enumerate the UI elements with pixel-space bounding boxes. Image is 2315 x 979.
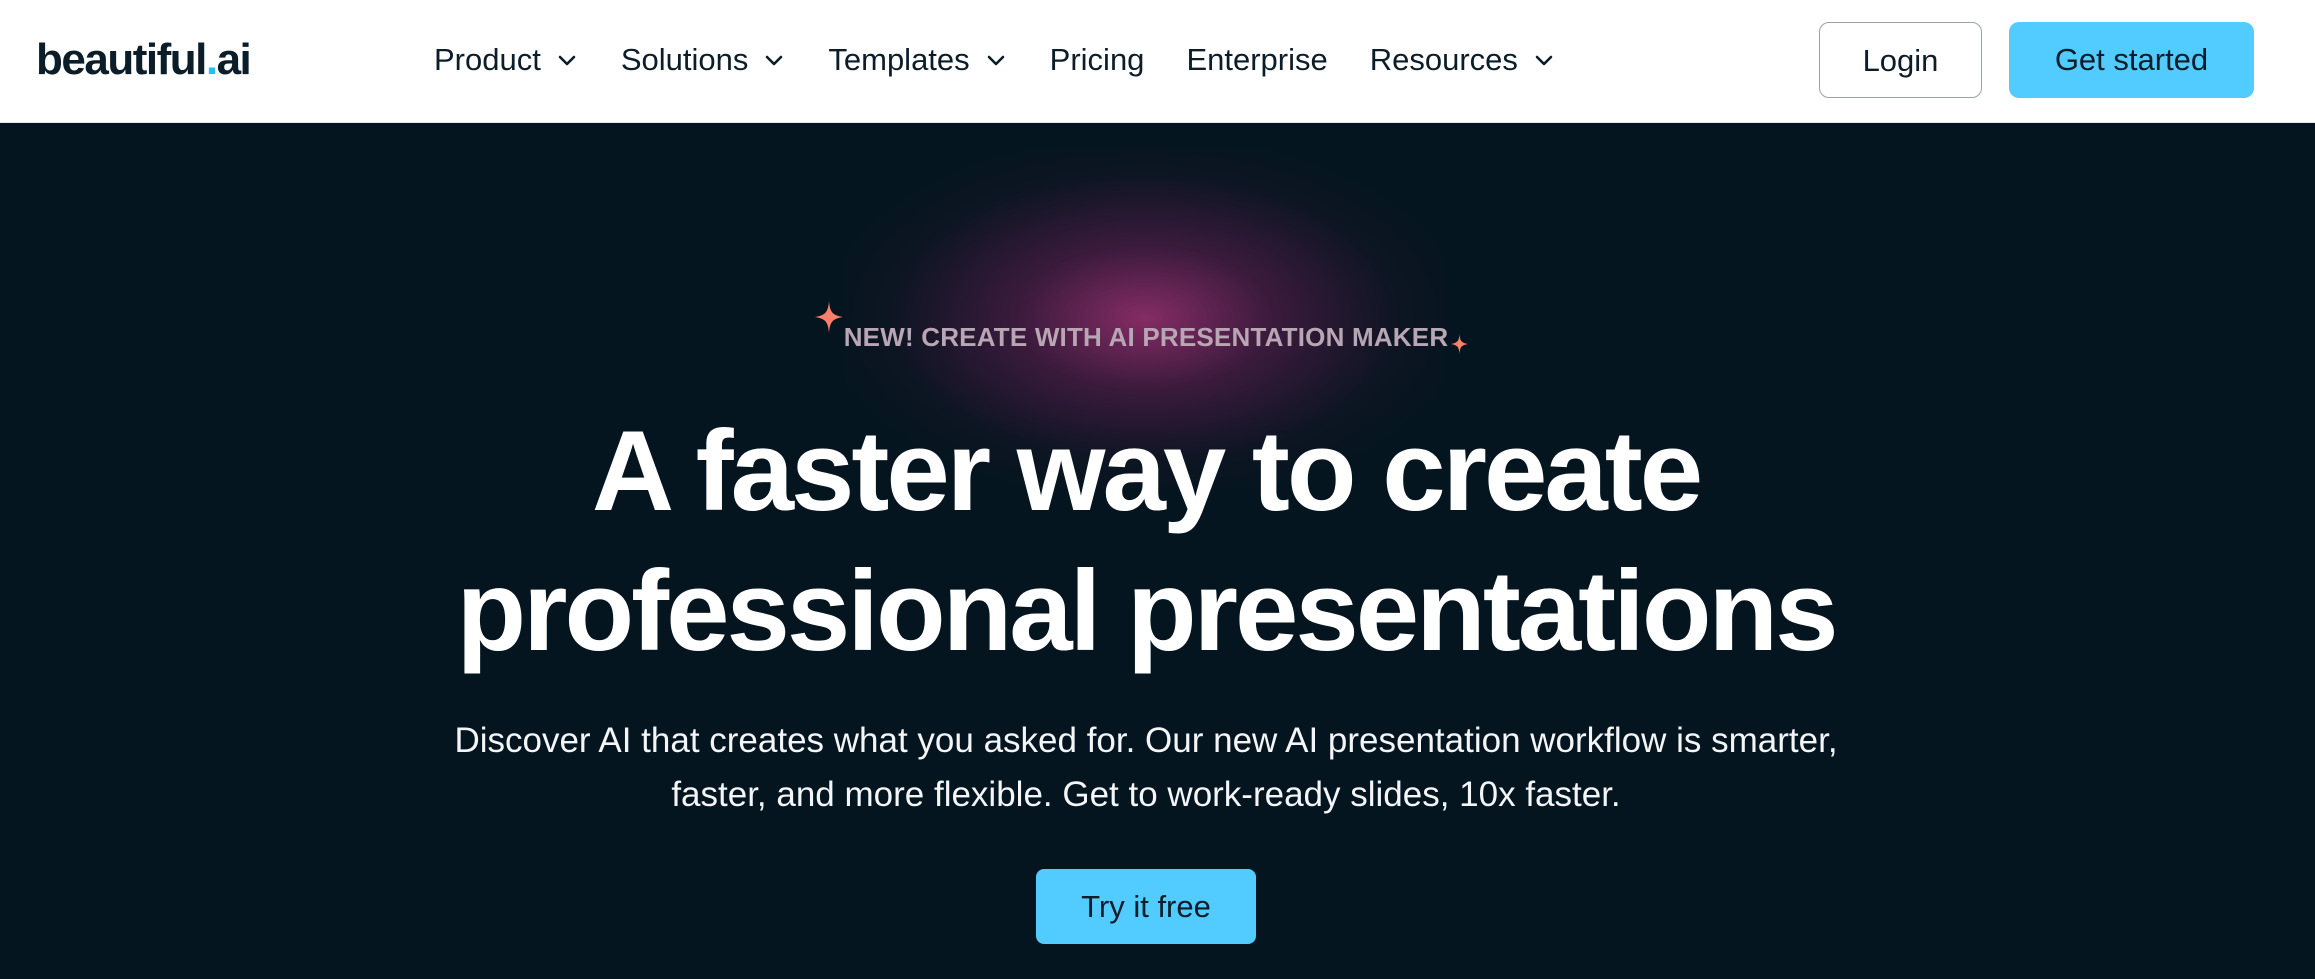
nav-item-label: Product bbox=[434, 42, 541, 77]
sparkle-icon bbox=[1451, 334, 1468, 354]
hero-subtext: Discover AI that creates what you asked … bbox=[0, 714, 2292, 822]
nav-item-pricing[interactable]: Pricing bbox=[1050, 38, 1145, 82]
headline-line-1: A faster way to create bbox=[591, 408, 1703, 535]
try-it-free-button[interactable]: Try it free bbox=[1036, 869, 1256, 944]
nav-item-product[interactable]: Product bbox=[434, 38, 579, 82]
get-started-button[interactable]: Get started bbox=[2009, 22, 2254, 98]
hero-eyebrow: NEW! CREATE WITH AI PRESENTATION MAKER bbox=[843, 322, 1449, 352]
nav-item-templates[interactable]: Templates bbox=[828, 38, 1007, 82]
logo-dot: . bbox=[205, 35, 218, 84]
subtext-line-1: Discover AI that creates what you asked … bbox=[454, 721, 1838, 760]
chevron-down-icon bbox=[984, 48, 1008, 72]
nav-item-label: Resources bbox=[1369, 42, 1518, 77]
logo-text-main: beautiful bbox=[36, 35, 207, 84]
subtext-line-2: faster, and more flexible. Get to work-r… bbox=[671, 775, 1621, 814]
nav-item-label: Templates bbox=[828, 42, 970, 77]
logo-text-suffix: ai bbox=[216, 35, 252, 84]
login-button[interactable]: Login bbox=[1819, 22, 1982, 98]
beautiful-ai-logo[interactable]: beautiful.ai bbox=[36, 34, 252, 86]
chevron-down-icon bbox=[762, 48, 786, 72]
chevron-down-icon bbox=[555, 48, 579, 72]
nav-item-label: Pricing bbox=[1049, 42, 1145, 77]
main-nav: Product Solutions Templates Pricing Ente… bbox=[434, 38, 1598, 82]
site-header: beautiful.ai Product Solutions Templates… bbox=[0, 0, 2315, 123]
nav-item-enterprise[interactable]: Enterprise bbox=[1186, 38, 1327, 82]
nav-item-label: Solutions bbox=[620, 42, 749, 77]
nav-item-label: Enterprise bbox=[1186, 42, 1328, 77]
nav-item-solutions[interactable]: Solutions bbox=[621, 38, 787, 82]
hero-section: NEW! CREATE WITH AI PRESENTATION MAKER A… bbox=[0, 123, 2315, 979]
headline-line-2: professional presentations bbox=[456, 548, 1838, 675]
nav-item-resources[interactable]: Resources bbox=[1370, 38, 1556, 82]
hero-headline: A faster way to create professional pres… bbox=[0, 402, 2292, 682]
chevron-down-icon bbox=[1532, 48, 1556, 72]
